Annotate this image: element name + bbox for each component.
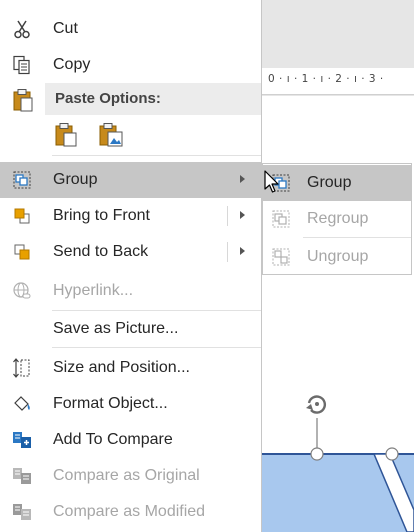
menu-item-compare-as-original[interactable]: Compare as Original: [0, 458, 261, 494]
submenu-arrow-icon[interactable]: [240, 211, 245, 219]
paste-as-picture-icon[interactable]: [98, 122, 124, 148]
scissors-icon: [14, 20, 30, 39]
group-icon: [13, 171, 31, 189]
globe-link-icon: [13, 282, 31, 299]
menu-item-group[interactable]: Group: [0, 162, 261, 198]
clipboard-icon: [13, 89, 33, 112]
menu-item-label: Group: [53, 171, 98, 188]
menu-item-label: Bring to Front: [53, 207, 150, 224]
menu-separator: [52, 155, 261, 156]
submenu-item-ungroup[interactable]: Ungroup: [263, 239, 411, 275]
size-position-icon: [13, 358, 30, 378]
paste-keep-formatting-icon[interactable]: [54, 122, 78, 148]
menu-item-label: Compare as Original: [53, 467, 200, 484]
paste-options-label: Paste Options:: [55, 90, 161, 107]
ruler-ticks: 0 · ı · 1 · ı · 2 · ı · 3 ·: [268, 73, 384, 85]
menu-item-send-to-back[interactable]: Send to Back: [0, 234, 261, 270]
menu-item-size-and-position[interactable]: Size and Position...: [0, 350, 261, 386]
selected-shape[interactable]: [262, 380, 414, 532]
resize-handle-top[interactable]: [310, 447, 324, 461]
menu-item-cut[interactable]: Cut: [0, 11, 261, 47]
menu-item-save-as-picture[interactable]: Save as Picture...: [0, 311, 261, 347]
submenu-arrow-icon: [240, 175, 245, 183]
mouse-pointer-icon: [264, 170, 279, 193]
submenu-item-label: Group: [307, 174, 352, 191]
menu-item-add-to-compare[interactable]: Add To Compare: [0, 422, 261, 458]
menu-item-label: Save as Picture...: [53, 320, 179, 337]
compare-modified-icon: [13, 504, 31, 520]
context-menu: Cut Copy Paste Options: Group Bring to F…: [0, 0, 262, 532]
menu-item-label: Hyperlink...: [53, 282, 134, 299]
format-paint-icon: [14, 396, 30, 411]
menu-item-label: Compare as Modified: [53, 503, 206, 520]
split-divider: [227, 242, 228, 262]
menu-item-copy[interactable]: Copy: [0, 47, 261, 83]
copy-icon: [13, 55, 30, 75]
resize-handle-top-right[interactable]: [385, 447, 399, 461]
compare-original-icon: [13, 468, 31, 484]
paste-options-header: Paste Options:: [45, 83, 261, 115]
submenu-arrow-icon[interactable]: [240, 247, 245, 255]
regroup-icon: [272, 210, 290, 228]
menu-item-label: Size and Position...: [53, 359, 190, 376]
menu-item-label: Add To Compare: [53, 431, 173, 448]
submenu-separator: [303, 237, 411, 238]
menu-item-compare-as-modified[interactable]: Compare as Modified: [0, 494, 261, 530]
menu-item-label: Copy: [53, 56, 91, 73]
bring-to-front-icon: [14, 208, 30, 224]
rotate-handle-icon[interactable]: [306, 395, 326, 414]
menu-item-format-object[interactable]: Format Object...: [0, 386, 261, 422]
menu-separator: [52, 347, 261, 348]
menu-item-label: Format Object...: [53, 395, 168, 412]
menu-item-label: Send to Back: [53, 243, 149, 260]
compare-icon: [13, 432, 31, 448]
submenu-item-group[interactable]: Group: [263, 165, 411, 201]
menu-item-hyperlink[interactable]: Hyperlink...: [0, 273, 261, 309]
group-submenu: Group Regroup Ungroup: [262, 163, 412, 275]
send-to-back-icon: [14, 244, 30, 260]
submenu-item-label: Ungroup: [307, 248, 369, 265]
submenu-item-label: Regroup: [307, 210, 369, 227]
menu-item-label: Cut: [53, 20, 78, 37]
split-divider: [227, 206, 228, 226]
submenu-item-regroup[interactable]: Regroup: [263, 201, 411, 237]
menu-item-bring-to-front[interactable]: Bring to Front: [0, 198, 261, 234]
ungroup-icon: [272, 248, 290, 266]
